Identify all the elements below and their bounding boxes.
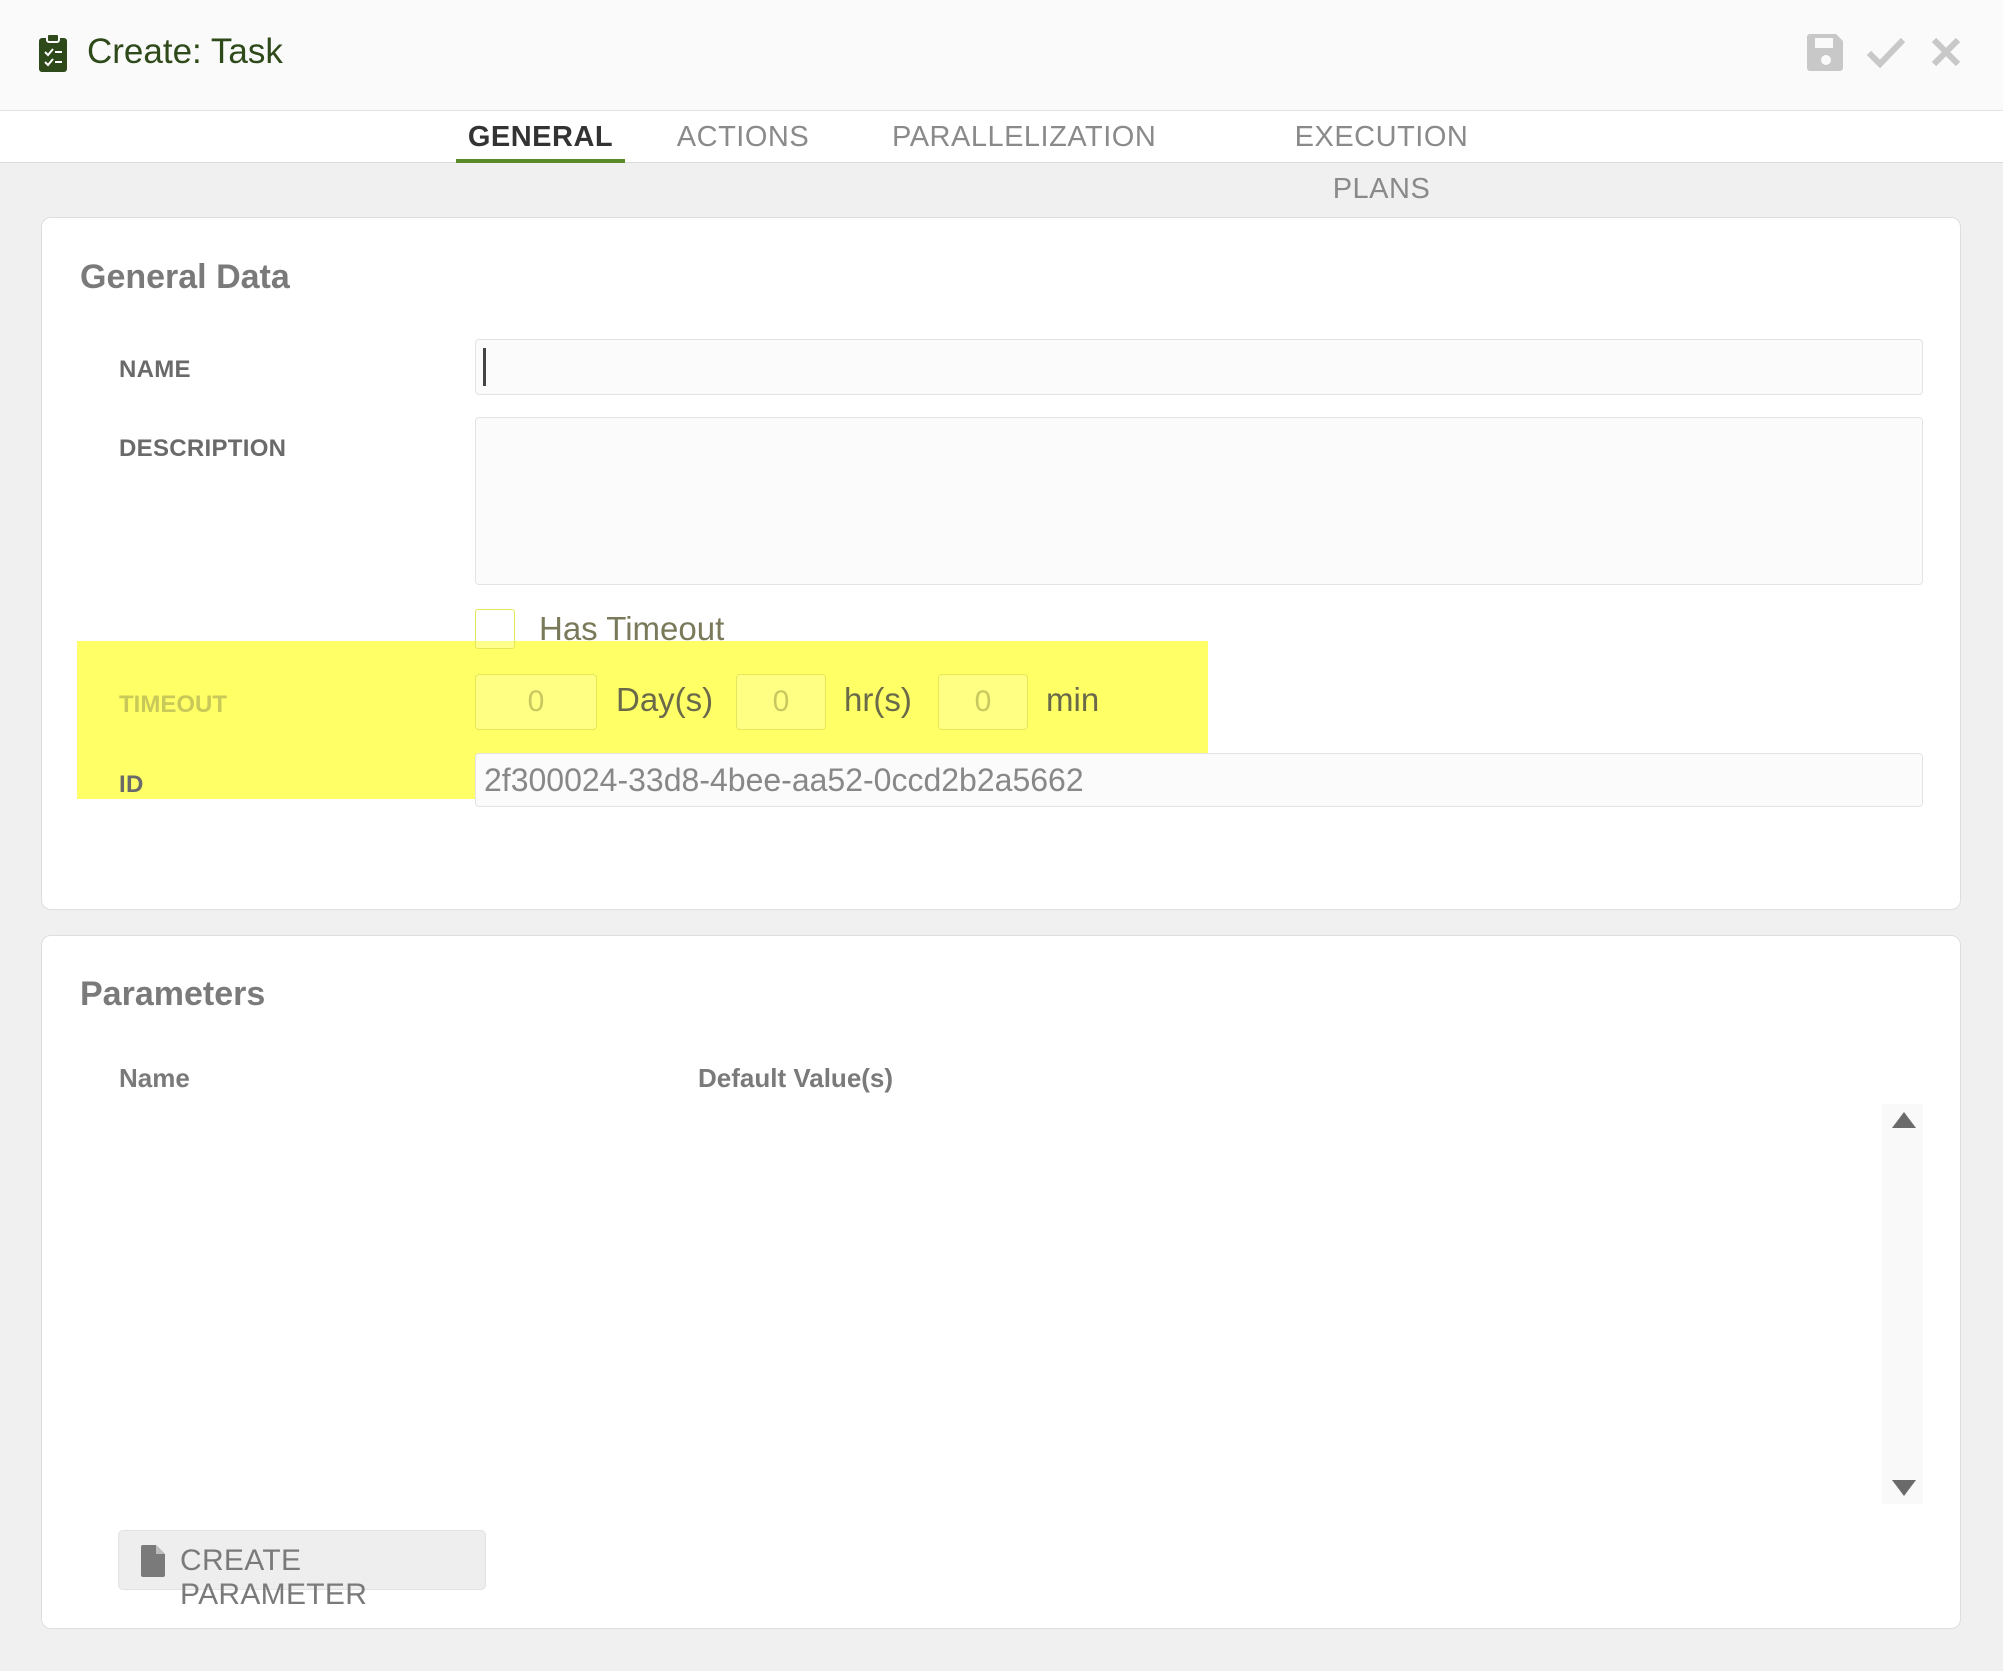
description-label: DESCRIPTION [119, 435, 287, 462]
scroll-down-arrow-icon[interactable] [1892, 1480, 1916, 1496]
save-icon [1807, 34, 1843, 71]
clipboard-check-icon [39, 33, 67, 72]
has-timeout-checkbox[interactable] [475, 609, 515, 649]
timeout-minutes-input[interactable]: 0 [938, 674, 1028, 730]
file-icon [141, 1545, 165, 1577]
confirm-button[interactable] [1865, 30, 1907, 74]
days-unit-label: Day(s) [616, 681, 714, 718]
parameters-scrollbar[interactable] [1882, 1104, 1923, 1504]
general-data-card: General Data NAME DESCRIPTION Has Timeou… [41, 217, 1961, 910]
save-button[interactable] [1805, 30, 1847, 74]
column-header-default-values: Default Value(s) [698, 1063, 894, 1093]
description-textarea[interactable] [475, 417, 1923, 585]
timeout-label: TIMEOUT [119, 691, 227, 718]
tab-actions[interactable]: ACTIONS [672, 111, 814, 163]
general-data-heading: General Data [80, 258, 290, 296]
timeout-days-input[interactable]: 0 [475, 674, 597, 730]
create-parameter-label: CREATE PARAMETER [180, 1544, 368, 1611]
close-button[interactable] [1925, 30, 1967, 74]
tab-execution-plans[interactable]: EXECUTION PLANS [1245, 111, 1518, 205]
timeout-hours-input[interactable]: 0 [736, 674, 826, 730]
id-label: ID [119, 771, 144, 798]
dialog-header: Create: Task [0, 0, 2003, 111]
tab-parallelization[interactable]: PARALLELIZATION [892, 111, 1156, 163]
has-timeout-label: Has Timeout [539, 610, 725, 647]
name-input[interactable] [475, 339, 1923, 395]
parameters-heading: Parameters [80, 975, 266, 1013]
create-parameter-button[interactable]: CREATE PARAMETER [118, 1530, 486, 1611]
close-icon [1931, 37, 1961, 67]
scroll-up-arrow-icon[interactable] [1892, 1112, 1916, 1128]
id-field: 2f300024-33d8-4bee-aa52-0ccd2b2a5662 [475, 753, 1923, 807]
dialog-title: Create: Task [87, 32, 283, 71]
name-label: NAME [119, 356, 191, 383]
parameters-card: Parameters Name Default Value(s) CREATE … [41, 935, 1961, 1629]
checkmark-icon [1866, 37, 1906, 68]
column-header-name: Name [119, 1063, 190, 1093]
tab-general[interactable]: GENERAL [456, 111, 625, 163]
minutes-unit-label: min [1046, 681, 1100, 718]
tab-bar: GENERAL ACTIONS PARALLELIZATION EXECUTIO… [0, 111, 2003, 205]
text-cursor [483, 348, 486, 386]
hours-unit-label: hr(s) [844, 681, 912, 718]
